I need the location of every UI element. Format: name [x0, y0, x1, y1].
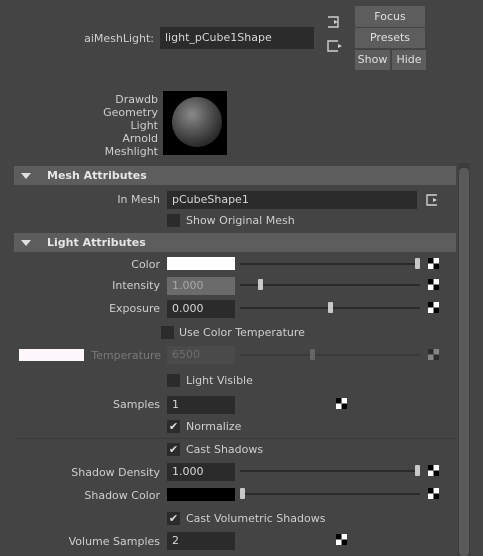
checker-map-icon[interactable] [428, 465, 439, 476]
cast-shadows-label: Cast Shadows [186, 443, 264, 456]
exposure-slider-thumb[interactable] [328, 302, 333, 313]
checker-map-icon [428, 349, 439, 360]
exposure-label: Exposure [109, 302, 160, 315]
shadow-color-slider-track[interactable] [240, 493, 420, 495]
temperature-slider-thumb[interactable] [310, 349, 315, 360]
in-mesh-connection-icon[interactable] [424, 192, 442, 208]
cast-shadows-checkbox[interactable]: ✔ [167, 443, 180, 456]
output-connection-icon[interactable] [325, 38, 345, 54]
shadow-density-field[interactable]: 1.000 [167, 463, 235, 481]
section-light-attributes[interactable]: Light Attributes [14, 233, 456, 252]
checker-map-icon[interactable] [428, 258, 439, 269]
scrollbar-thumb[interactable] [459, 168, 469, 556]
material-swatch-preview [163, 91, 227, 155]
checker-map-icon[interactable] [336, 398, 347, 409]
show-original-mesh-checkbox[interactable] [167, 214, 180, 227]
samples-label: Samples [113, 398, 160, 411]
temperature-field[interactable]: 6500 [167, 346, 235, 364]
color-label: Color [131, 258, 160, 271]
intensity-slider-thumb[interactable] [258, 279, 263, 290]
hide-button[interactable]: Hide [392, 50, 426, 70]
temperature-color-swatch [19, 349, 84, 361]
shadow-color-slider-thumb[interactable] [240, 488, 245, 499]
divider [14, 438, 456, 439]
intensity-field[interactable]: 1.000 [167, 277, 235, 295]
checker-map-icon[interactable] [336, 534, 347, 545]
focus-button[interactable]: Focus [355, 6, 425, 27]
swatch-line: Geometry [103, 106, 158, 119]
samples-field[interactable]: 1 [167, 396, 235, 414]
normalize-checkbox[interactable]: ✔ [167, 420, 180, 433]
shadow-density-slider-thumb[interactable] [415, 465, 420, 476]
show-original-mesh-label: Show Original Mesh [186, 214, 295, 227]
in-mesh-label: In Mesh [117, 193, 160, 206]
checker-map-icon[interactable] [428, 302, 439, 313]
shadow-density-slider-track[interactable] [240, 470, 420, 472]
show-button[interactable]: Show [355, 50, 390, 70]
cast-volumetric-shadows-checkbox[interactable]: ✔ [167, 512, 180, 525]
sphere-preview [172, 97, 222, 147]
cast-volumetric-shadows-label: Cast Volumetric Shadows [186, 512, 326, 525]
collapse-triangle-icon[interactable] [21, 240, 31, 246]
checker-map-icon[interactable] [428, 279, 439, 290]
swatch-line: Light [130, 119, 158, 132]
swatch-description: Drawdb Geometry Light Arnold Meshlight [86, 93, 158, 158]
presets-button[interactable]: Presets [355, 28, 425, 48]
intensity-label: Intensity [112, 279, 160, 292]
section-mesh-attributes[interactable]: Mesh Attributes [14, 166, 456, 185]
section-title: Light Attributes [47, 236, 146, 249]
swatch-line: Drawdb [115, 93, 158, 106]
exposure-field[interactable]: 0.000 [167, 300, 235, 318]
swatch-line: Meshlight [104, 145, 158, 158]
node-name-field[interactable]: light_pCube1Shape [160, 27, 314, 49]
in-mesh-field[interactable]: pCubeShape1 [167, 191, 417, 209]
temperature-label: Temperature [91, 349, 161, 362]
intensity-slider-track[interactable] [240, 284, 420, 286]
swatch-line: Arnold [122, 132, 158, 145]
color-slider-track[interactable] [240, 263, 420, 265]
color-swatch[interactable] [167, 257, 235, 270]
volume-samples-label: Volume Samples [68, 535, 160, 548]
shadow-color-swatch[interactable] [167, 488, 235, 501]
checker-map-icon[interactable] [428, 488, 439, 499]
scrollbar-track[interactable] [458, 163, 470, 556]
light-visible-checkbox[interactable] [167, 374, 180, 387]
node-name-label: aiMeshLight: [84, 32, 154, 45]
input-connection-icon[interactable] [325, 14, 345, 30]
light-visible-label: Light Visible [186, 374, 253, 387]
use-color-temperature-checkbox[interactable] [161, 326, 174, 339]
shadow-density-label: Shadow Density [71, 466, 160, 479]
normalize-label: Normalize [186, 420, 242, 433]
temperature-slider-track[interactable] [240, 354, 420, 356]
color-slider-thumb[interactable] [415, 258, 420, 269]
volume-samples-field[interactable]: 2 [167, 532, 235, 550]
shadow-color-label: Shadow Color [84, 489, 160, 502]
collapse-triangle-icon[interactable] [21, 173, 31, 179]
section-title: Mesh Attributes [47, 169, 147, 182]
use-color-temperature-label: Use Color Temperature [179, 326, 305, 339]
